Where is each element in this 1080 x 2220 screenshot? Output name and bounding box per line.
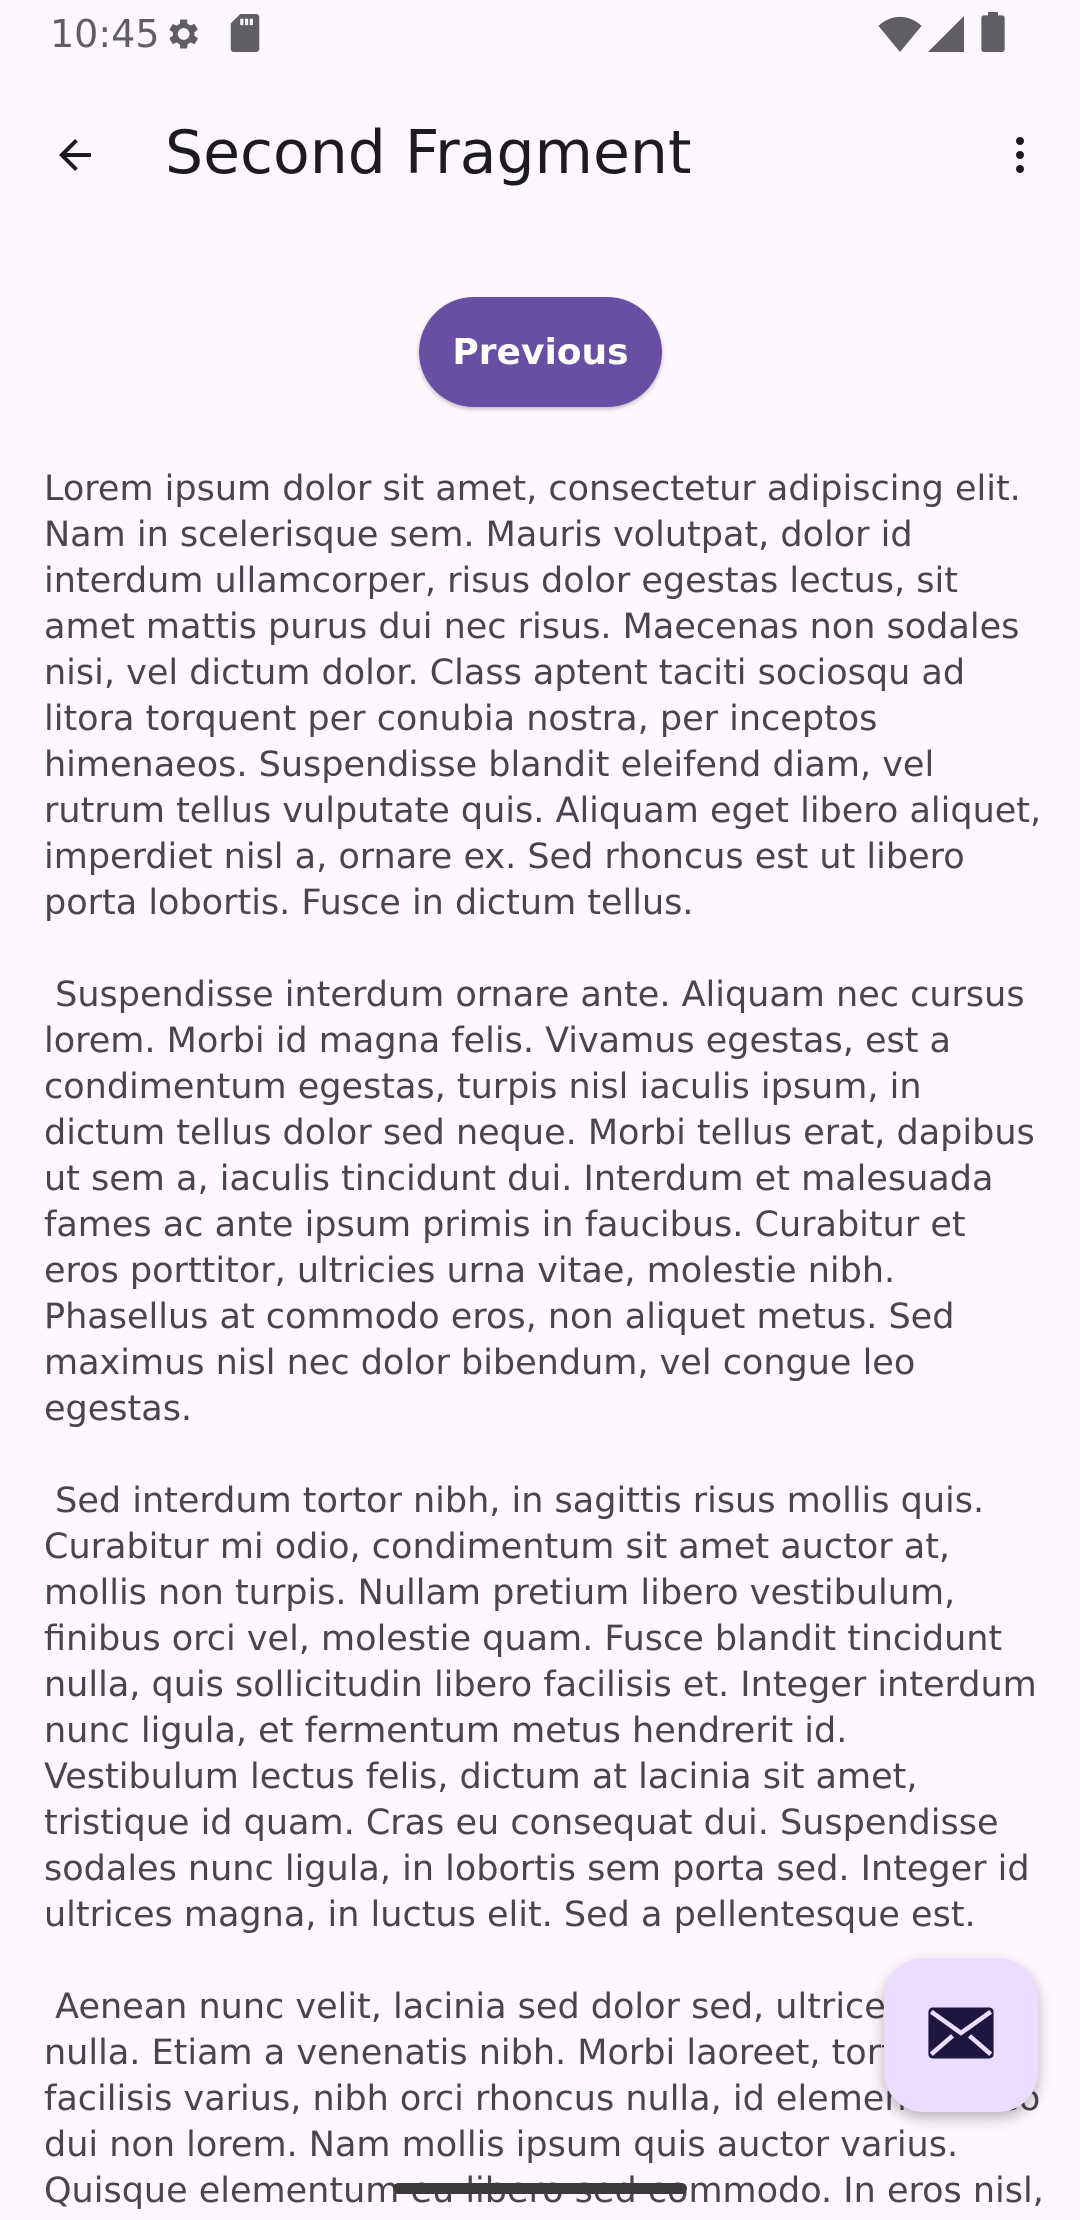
- status-bar: 10:45: [0, 0, 1080, 66]
- more-vert-icon: [996, 131, 1044, 184]
- overflow-menu-button[interactable]: [975, 112, 1065, 202]
- previous-button[interactable]: Previous: [419, 297, 662, 407]
- email-icon: [927, 2006, 995, 2065]
- battery-icon: [980, 12, 1006, 57]
- sd-card-icon: [228, 14, 262, 57]
- page-title: Second Fragment: [165, 118, 692, 188]
- body-text: Lorem ipsum dolor sit amet, consectetur …: [44, 469, 1044, 2220]
- settings-gear-icon: [162, 14, 202, 59]
- back-button[interactable]: [30, 112, 120, 202]
- screen: 10:45 Second Fragment Previous Lorem ips…: [0, 0, 1080, 2220]
- status-time: 10:45: [50, 12, 160, 56]
- cell-signal-icon: [928, 16, 964, 57]
- wifi-icon: [878, 16, 922, 57]
- top-app-bar: Second Fragment: [0, 66, 1080, 244]
- email-fab[interactable]: [884, 1958, 1038, 2112]
- gesture-nav-handle[interactable]: [393, 2183, 687, 2194]
- arrow-back-icon: [51, 131, 99, 184]
